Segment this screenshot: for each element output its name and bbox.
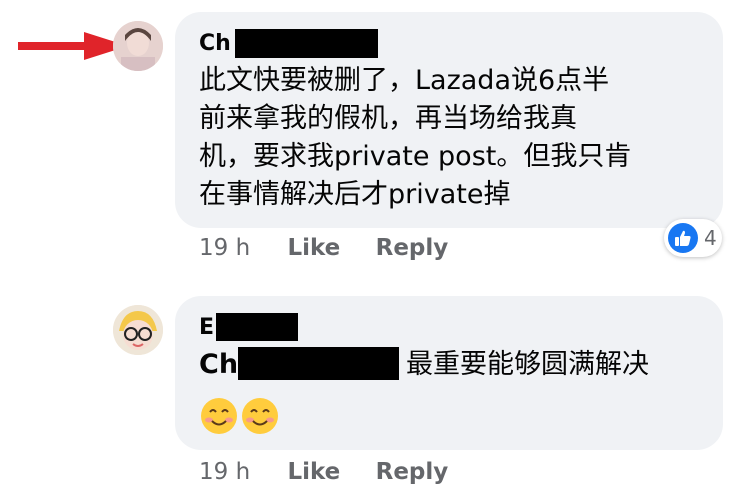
comment-text-line: 此文快要被删了，Lazada说6点半 [199,65,610,96]
comment-text-line: 前来拿我的假机，再当场给我真 [199,103,577,134]
avatar[interactable] [113,305,163,355]
comment-timestamp[interactable]: 19 h [199,459,250,485]
comment-text: 此文快要被删了，Lazada说6点半 前来拿我的假机，再当场给我真 机，要求我p… [199,62,631,214]
avatar[interactable] [113,21,163,71]
redacted-name [216,313,298,341]
like-button[interactable]: Like [287,459,340,485]
redacted-name [235,29,378,58]
redacted-mention [238,347,399,380]
smile-emoji-icon [242,398,278,434]
comment-meta: 19 h Like Reply [199,235,448,261]
reaction-summary[interactable]: 4 [664,219,722,257]
reaction-count: 4 [704,226,717,250]
avatar-photo [113,305,163,355]
smile-emoji-icon [201,398,237,434]
comment-text-line: 机，要求我private post。但我只肯 [199,141,632,172]
red-arrow-annotation [18,32,128,60]
comment-timestamp[interactable]: 19 h [199,235,250,261]
comment-author[interactable]: Ch [199,31,231,56]
like-thumb-icon [668,223,698,253]
comment-author[interactable]: E [199,315,214,340]
avatar-photo [113,21,163,71]
comment-text: 最重要能够圆满解决 [406,349,649,380]
reply-button[interactable]: Reply [376,235,449,261]
comment-meta: 19 h Like Reply [199,459,448,485]
comment-text-line: 在事情解决后才private掉 [199,179,511,210]
mention-tag[interactable]: Ch [199,346,238,384]
reply-button[interactable]: Reply [376,459,449,485]
like-button[interactable]: Like [287,235,340,261]
